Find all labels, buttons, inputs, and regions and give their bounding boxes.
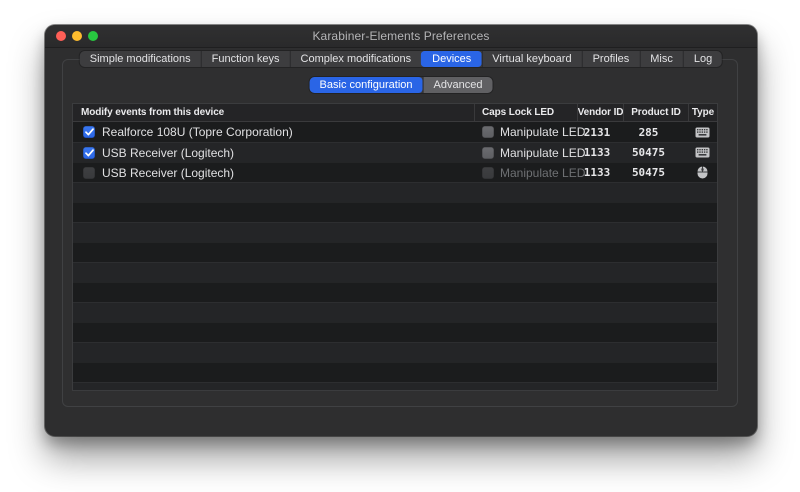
device-name: USB Receiver (Logitech) [102,146,234,160]
table-row-empty[interactable] [73,342,717,362]
table-header: Modify events from this device Caps Lock… [73,104,717,122]
table-row-empty[interactable] [73,322,717,342]
product-id-value: 50475 [632,146,665,159]
device-name: Realforce 108U (Topre Corporation) [102,125,293,139]
desktop-background: Karabiner-Elements Preferences Simple mo… [0,0,800,492]
traffic-lights [56,31,98,41]
table-row-realforce[interactable]: Realforce 108U (Topre Corporation) Manip… [73,122,717,142]
table-row-empty[interactable] [73,362,717,382]
tab-complex-modifications[interactable]: Complex modifications [290,51,422,67]
devices-sub-tab-bar: Basic configuration Advanced [310,77,493,93]
close-button[interactable] [56,31,66,41]
tab-virtual-keyboard[interactable]: Virtual keyboard [481,51,581,67]
keyboard-icon [695,127,710,138]
keyboard-icon [695,147,710,158]
minimize-button[interactable] [72,31,82,41]
manipulate-led-label: Manipulate LED [500,166,585,180]
tab-misc[interactable]: Misc [639,51,683,67]
table-row-empty[interactable] [73,202,717,222]
table-row-empty[interactable] [73,242,717,262]
tab-log[interactable]: Log [683,51,722,67]
table-row-empty[interactable] [73,282,717,302]
table-row-empty[interactable] [73,262,717,282]
product-id-value: 285 [639,126,659,139]
table-row-empty[interactable] [73,382,717,391]
table-row-usb-receiver-keyboard[interactable]: USB Receiver (Logitech) Manipulate LED 1… [73,142,717,162]
table-row-empty[interactable] [73,182,717,202]
manipulate-led-label: Manipulate LED [500,125,585,139]
tab-devices[interactable]: Devices [421,51,481,67]
manipulate-led-label: Manipulate LED [500,146,585,160]
subtab-basic-configuration[interactable]: Basic configuration [310,77,423,93]
modify-events-checkbox[interactable] [83,147,95,159]
subtab-advanced[interactable]: Advanced [423,77,493,93]
checkmark-icon [85,128,94,136]
column-header-product-id: Product ID [623,104,688,121]
modify-events-checkbox[interactable] [83,126,95,138]
device-name: USB Receiver (Logitech) [102,166,234,180]
product-id-value: 50475 [632,166,665,179]
zoom-button[interactable] [88,31,98,41]
titlebar[interactable]: Karabiner-Elements Preferences [45,25,757,48]
manipulate-led-checkbox[interactable] [482,126,494,138]
column-header-type: Type [688,104,717,121]
window-title: Karabiner-Elements Preferences [312,29,489,43]
manipulate-led-checkbox[interactable] [482,147,494,159]
vendor-id-value: 2131 [584,126,611,139]
tab-function-keys[interactable]: Function keys [201,51,290,67]
manipulate-led-checkbox-disabled [482,167,494,179]
table-row-usb-receiver-mouse[interactable]: USB Receiver (Logitech) Manipulate LED 1… [73,162,717,182]
main-tab-bar: Simple modifications Function keys Compl… [80,51,722,67]
mouse-icon [697,166,708,179]
column-header-caps-lock-led: Caps Lock LED [474,104,577,121]
karabiner-preferences-window: Karabiner-Elements Preferences Simple mo… [45,25,757,436]
table-row-empty[interactable] [73,222,717,242]
devices-table: Modify events from this device Caps Lock… [72,103,718,391]
vendor-id-value: 1133 [584,166,611,179]
table-row-empty[interactable] [73,302,717,322]
column-header-vendor-id: Vendor ID [577,104,623,121]
column-header-modify-events: Modify events from this device [73,104,474,121]
checkmark-icon [85,149,94,157]
modify-events-checkbox[interactable] [83,167,95,179]
table-body: Realforce 108U (Topre Corporation) Manip… [73,122,717,391]
tab-profiles[interactable]: Profiles [582,51,640,67]
tab-simple-modifications[interactable]: Simple modifications [80,51,201,67]
vendor-id-value: 1133 [584,146,611,159]
